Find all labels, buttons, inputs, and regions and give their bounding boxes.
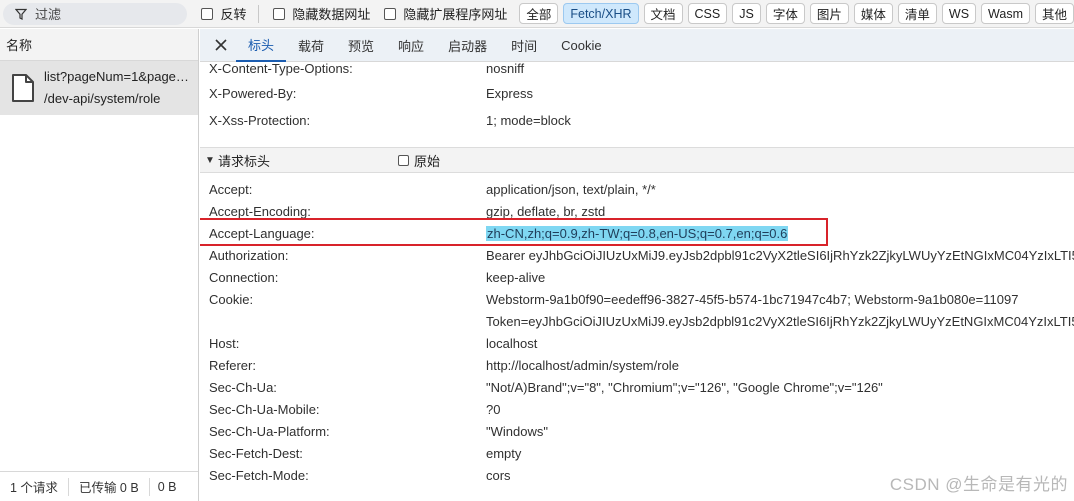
header-row: X-Xss-Protection: 1; mode=block <box>200 109 1074 131</box>
header-name: Cookie: <box>209 291 254 307</box>
type-chip-all[interactable]: 全部 <box>519 3 559 24</box>
header-value: "Windows" <box>486 423 548 439</box>
header-value: Token=eyJhbGciOiJIUzUxMiJ9.eyJsb2dpbl91c… <box>486 313 1074 329</box>
type-chip-font[interactable]: 字体 <box>765 3 805 24</box>
type-chip-wasm[interactable]: Wasm <box>981 3 1030 24</box>
filter-input[interactable]: 过滤 <box>3 2 188 25</box>
header-value: 1; mode=block <box>486 112 571 128</box>
header-name: Accept-Language: <box>209 225 315 241</box>
header-value: localhost <box>486 335 538 351</box>
header-row: Cookie: Webstorm-9a1b0f90=eedeff96-3827-… <box>200 288 1074 310</box>
request-list-pane: 名称 list?pageNum=1&pageSize=10 /dev-api/s… <box>0 29 199 501</box>
header-name: Sec-Ch-Ua-Platform: <box>209 423 330 439</box>
header-name: Sec-Fetch-Dest: <box>209 445 303 461</box>
request-path: /dev-api/system/role <box>44 91 161 106</box>
header-value: ?0 <box>486 401 501 417</box>
header-name: X-Powered-By: <box>209 85 297 101</box>
header-value: application/json, text/plain, */* <box>486 181 656 197</box>
checkbox-box[interactable] <box>384 7 397 20</box>
header-row: Connection: keep-alive <box>200 266 1074 288</box>
type-chip-doc[interactable]: 文档 <box>643 3 683 24</box>
header-row: Accept: application/json, text/plain, */… <box>200 178 1074 200</box>
type-chip-media[interactable]: 媒体 <box>853 3 893 24</box>
header-value: Webstorm-9a1b0f90=eedeff96-3827-45f5-b57… <box>486 291 1019 307</box>
header-row: Sec-Ch-Ua-Platform: "Windows" <box>200 420 1074 442</box>
resources-size: 0 B <box>157 479 177 494</box>
header-row: Referer: http://localhost/admin/system/r… <box>200 354 1074 376</box>
header-value: gzip, deflate, br, zstd <box>486 203 606 219</box>
toolbar-divider <box>258 4 260 23</box>
filter-icon <box>15 8 27 20</box>
header-name: Host: <box>209 335 240 351</box>
header-name: Accept-Encoding: <box>209 203 311 219</box>
request-headers-section[interactable]: ▼ 请求标头 原始 <box>200 147 1074 173</box>
transferred-size: 已传输 0 B <box>69 477 150 496</box>
request-count: 1 个请求 <box>0 477 69 496</box>
status-bar: 1 个请求 已传输 0 B 0 B <box>0 471 198 501</box>
file-icon <box>12 74 34 102</box>
hide-data-urls-checkbox[interactable]: 隐藏数据网址 <box>273 4 370 23</box>
name-column-label: 名称 <box>6 38 33 53</box>
header-row: X-Content-Type-Options: nosniff <box>200 57 1074 79</box>
name-column-header[interactable]: 名称 <box>0 29 198 61</box>
triangle-down-icon[interactable]: ▼ <box>205 155 215 166</box>
header-row: Accept-Encoding: gzip, deflate, br, zstd <box>200 200 1074 222</box>
header-name: Accept: <box>209 181 253 197</box>
header-row: X-Powered-By: Express <box>200 82 1074 104</box>
header-row: Host: localhost <box>200 332 1074 354</box>
type-chip-css[interactable]: CSS <box>687 3 728 24</box>
type-chip-img[interactable]: 图片 <box>809 3 849 24</box>
hide-extension-urls-label: 隐藏扩展程序网址 <box>403 7 508 22</box>
filter-placeholder: 过滤 <box>35 7 62 22</box>
invert-checkbox[interactable]: 反转 <box>201 4 246 23</box>
type-chip-ws[interactable]: WS <box>941 3 977 24</box>
header-name: Referer: <box>209 357 256 373</box>
header-value: http://localhost/admin/system/role <box>486 357 679 373</box>
close-icon[interactable] <box>206 39 236 51</box>
type-chip-manifest[interactable]: 清单 <box>897 3 937 24</box>
header-value: Express <box>486 85 533 101</box>
header-row: Sec-Fetch-Dest: empty <box>200 442 1074 464</box>
type-chip-js[interactable]: JS <box>732 3 761 24</box>
header-row-continuation: Token=eyJhbGciOiJIUzUxMiJ9.eyJsb2dpbl91c… <box>200 310 1074 332</box>
header-name: Sec-Fetch-Mode: <box>209 467 309 483</box>
header-value: "Not/A)Brand";v="8", "Chromium";v="126",… <box>486 379 883 395</box>
invert-label: 反转 <box>220 7 247 22</box>
header-row-highlighted: Accept-Language: zh-CN,zh;q=0.9,zh-TW;q=… <box>200 222 1074 244</box>
hide-data-urls-label: 隐藏数据网址 <box>292 7 371 22</box>
header-value: keep-alive <box>486 269 546 285</box>
header-value-selected[interactable]: zh-CN,zh;q=0.9,zh-TW;q=0.8,en-US;q=0.7,e… <box>486 225 789 241</box>
watermark: CSDN @生命是有光的 <box>889 475 1068 494</box>
header-name: X-Content-Type-Options: <box>209 60 353 76</box>
request-name: list?pageNum=1&pageSize=10 <box>44 69 196 84</box>
type-chip-other[interactable]: 其他 <box>1034 3 1074 24</box>
header-name: Sec-Ch-Ua: <box>209 379 277 395</box>
header-name: Connection: <box>209 269 279 285</box>
header-value: cors <box>486 467 511 483</box>
raw-checkbox[interactable]: 原始 <box>398 151 440 170</box>
header-value: empty <box>486 445 522 461</box>
header-value: nosniff <box>486 60 525 76</box>
header-value: Bearer eyJhbGciOiJIUzUxMiJ9.eyJsb2dpbl91… <box>486 247 1074 263</box>
hide-extension-urls-checkbox[interactable]: 隐藏扩展程序网址 <box>384 4 507 23</box>
request-row[interactable]: list?pageNum=1&pageSize=10 /dev-api/syst… <box>0 61 198 115</box>
checkbox-box[interactable] <box>398 154 409 166</box>
checkbox-box[interactable] <box>273 7 286 20</box>
header-row: Sec-Ch-Ua-Mobile: ?0 <box>200 398 1074 420</box>
header-row: Sec-Ch-Ua: "Not/A)Brand";v="8", "Chromiu… <box>200 376 1074 398</box>
request-detail-pane: 标头 载荷 预览 响应 启动器 时间 Cookie X-Content-Type… <box>200 29 1074 501</box>
header-row: Authorization: Bearer eyJhbGciOiJIUzUxMi… <box>200 244 1074 266</box>
type-chip-fetch-xhr[interactable]: Fetch/XHR <box>563 3 639 24</box>
header-name: X-Xss-Protection: <box>209 112 311 128</box>
section-title: 请求标头 <box>218 153 271 169</box>
header-name: Authorization: <box>209 247 289 263</box>
checkbox-box[interactable] <box>201 7 214 20</box>
raw-label: 原始 <box>414 153 441 169</box>
filter-toolbar: 过滤 反转 隐藏数据网址 隐藏扩展程序网址 全部 Fetch/XHR 文档 CS… <box>0 0 1074 28</box>
header-name: Sec-Ch-Ua-Mobile: <box>209 401 320 417</box>
